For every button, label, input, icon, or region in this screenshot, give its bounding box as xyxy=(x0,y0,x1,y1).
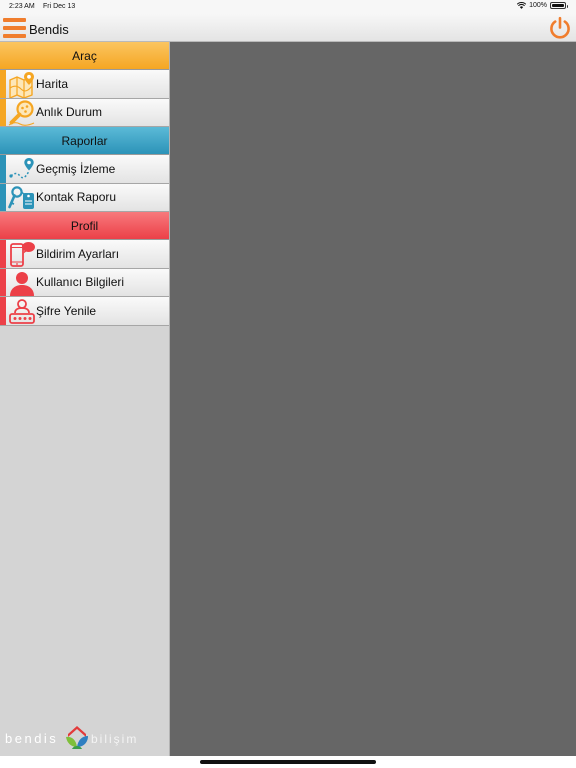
brand-name-left: bendis xyxy=(5,731,59,746)
section-title: Araç xyxy=(72,48,97,63)
menu-item-gecmis-izleme[interactable]: Geçmiş İzleme xyxy=(0,155,169,184)
section-header-profil: Profil xyxy=(0,212,169,240)
route-pin-icon xyxy=(9,158,34,179)
phone-notification-icon xyxy=(10,242,35,267)
menu-item-label: Kontak Raporu xyxy=(36,190,117,205)
user-password-icon xyxy=(9,299,35,324)
brand-logo: bendis bilişim xyxy=(5,722,165,752)
menu-item-label: Geçmiş İzleme xyxy=(36,161,116,176)
status-time: 2:23 AM xyxy=(9,3,35,10)
app-title: Bendis xyxy=(29,22,69,37)
bendis-logo-icon xyxy=(66,726,88,749)
status-date: Fri Dec 13 xyxy=(43,3,76,10)
menu-item-anlik-durum[interactable]: Anlık Durum xyxy=(0,98,169,127)
magnifier-icon xyxy=(8,99,35,126)
main-content-area xyxy=(170,42,576,756)
menu-item-label: Harita xyxy=(36,76,69,91)
menu-item-sifre-yenile[interactable]: Şifre Yenile xyxy=(0,297,169,326)
map-pin-icon xyxy=(9,72,34,98)
user-icon xyxy=(10,271,34,296)
menu-item-label: Anlık Durum xyxy=(36,105,103,120)
section-header-arac: Araç xyxy=(0,42,169,70)
section-header-raporlar: Raporlar xyxy=(0,127,169,155)
wifi-icon xyxy=(517,2,527,9)
home-indicator[interactable] xyxy=(200,760,376,764)
key-tag-icon xyxy=(8,185,34,209)
menu-item-kontak-raporu[interactable]: Kontak Raporu xyxy=(0,183,169,212)
hamburger-menu-button[interactable] xyxy=(3,18,26,38)
section-title: Raporlar xyxy=(61,133,108,148)
power-icon[interactable] xyxy=(548,16,572,40)
section-title: Profil xyxy=(70,218,99,233)
menu-item-label: Şifre Yenile xyxy=(36,303,97,318)
battery-percentage: 100% xyxy=(529,2,547,9)
status-indicators: 100% xyxy=(517,2,568,9)
brand-name-right: bilişim xyxy=(91,732,139,746)
sidebar-menu: Araç Harita Anlık Durum Raporlar Geçmiş … xyxy=(0,42,170,756)
menu-item-kullanici-bilgileri[interactable]: Kullanıcı Bilgileri xyxy=(0,268,169,297)
menu-item-label: Bildirim Ayarları xyxy=(36,246,120,261)
status-bar: 2:23 AM Fri Dec 13 100% xyxy=(0,0,576,14)
menu-item-label: Kullanıcı Bilgileri xyxy=(36,275,125,290)
menu-item-harita[interactable]: Harita xyxy=(0,70,169,99)
battery-icon xyxy=(550,2,568,9)
nav-bar: Bendis xyxy=(0,14,576,42)
menu-item-bildirim-ayarlari[interactable]: Bildirim Ayarları xyxy=(0,240,169,269)
